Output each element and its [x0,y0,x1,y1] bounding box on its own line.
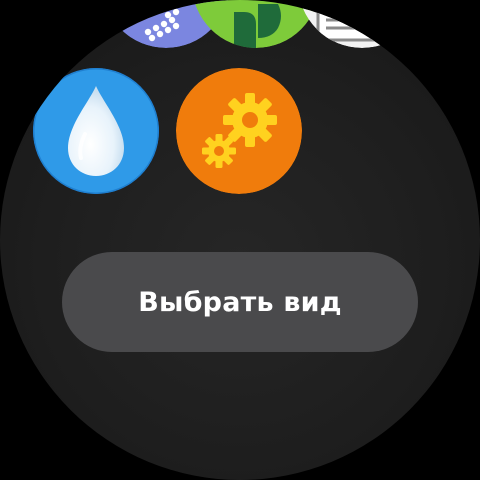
watch-face: Выбрать вид [0,0,480,480]
app-icon-settings[interactable] [176,68,302,194]
app-icon-water[interactable] [33,68,159,194]
water-drop-icon [33,68,159,194]
select-view-button[interactable]: Выбрать вид [62,252,418,352]
white-document-app-icon [300,0,424,48]
screen: Выбрать вид [0,0,480,480]
app-icon-top-right[interactable] [298,0,426,48]
green-leaf-app-icon [194,0,318,48]
app-icon-top-middle[interactable] [192,0,320,48]
gears-icon [176,68,302,194]
